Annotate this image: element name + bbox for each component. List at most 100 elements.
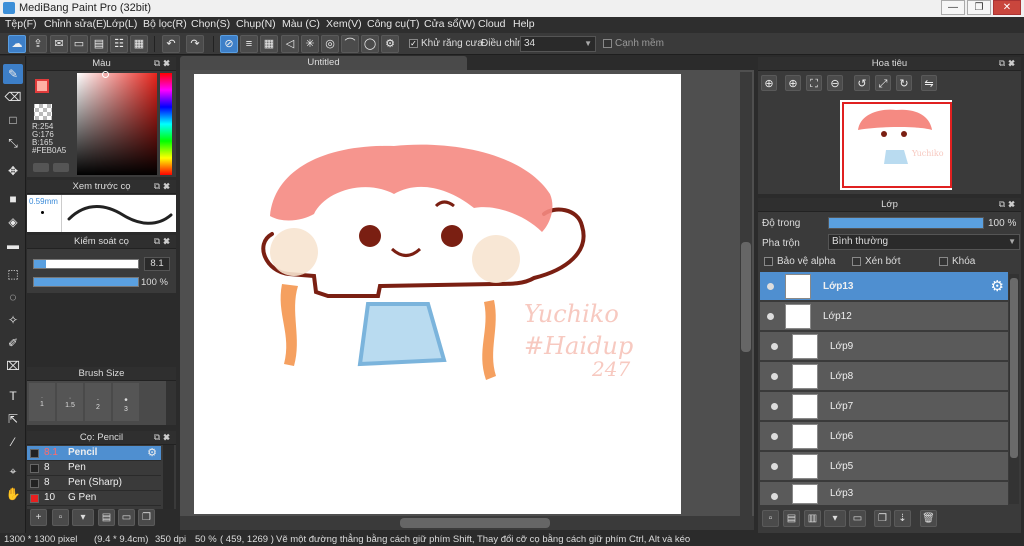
snap-settings-icon[interactable]: ⚙ <box>381 35 399 53</box>
protect-alpha-checkbox[interactable] <box>764 257 773 266</box>
gear-icon[interactable]: ⚙ <box>991 277 1004 295</box>
grid-icon[interactable]: ▦ <box>130 35 148 53</box>
eye-icon[interactable] <box>771 493 778 500</box>
drawing-canvas[interactable]: Yuchiko #Haidup 247 <box>194 74 681 514</box>
layer-row-3[interactable]: Lớp3 <box>760 482 1008 506</box>
cloud-icon[interactable]: ☁ <box>8 35 26 53</box>
new-layer-icon[interactable]: ▫ <box>762 510 779 527</box>
brush-item-pen-sharp[interactable]: 8 Pen (Sharp) <box>27 476 161 491</box>
brush-menu-icon[interactable]: ▾ <box>72 509 94 526</box>
layer-row-13[interactable]: Lớp13 ⚙ <box>760 272 1008 301</box>
layer-scroll-thumb[interactable] <box>1010 278 1018 458</box>
folder-icon[interactable]: ▭ <box>849 510 866 527</box>
brush-size-value[interactable]: 8.1 <box>144 257 170 271</box>
zoom-out-icon[interactable]: ⊖ <box>827 75 843 91</box>
layer-opacity-slider[interactable] <box>828 217 984 229</box>
clipping-checkbox[interactable] <box>852 257 861 266</box>
fill-shape-icon[interactable]: ■ <box>3 189 23 209</box>
canvas-vertical-scrollbar[interactable] <box>740 72 752 516</box>
list-icon[interactable]: ☷ <box>110 35 128 53</box>
restore-button[interactable]: ❐ <box>967 0 991 15</box>
eye-icon[interactable] <box>771 433 778 440</box>
no-snap-icon[interactable]: ⊘ <box>220 35 238 53</box>
flip-icon[interactable]: ⇋ <box>921 75 937 91</box>
add-palette-button[interactable] <box>33 163 49 172</box>
fullscreen-icon[interactable]: ⤢ <box>875 75 891 91</box>
layer-row-12[interactable]: Lớp12 <box>760 302 1008 331</box>
new-8bit-layer-icon[interactable]: ▥ <box>804 510 821 527</box>
frame-icon[interactable]: ▭ <box>70 35 88 53</box>
saturation-value-picker[interactable] <box>77 73 157 175</box>
adjust-select[interactable]: 34 ▼ <box>520 36 596 52</box>
select-eraser-icon[interactable]: ⌧ <box>3 356 23 376</box>
brush-list-scrollbar[interactable] <box>163 445 174 509</box>
panel-controls-icon[interactable]: ⧉✖ <box>154 57 173 70</box>
folder-icon[interactable]: ▭ <box>118 509 135 526</box>
panel-controls-icon[interactable]: ⧉✖ <box>154 180 173 193</box>
eye-icon[interactable] <box>771 403 778 410</box>
panel-controls-icon[interactable]: ⧉✖ <box>999 198 1018 211</box>
menu-help[interactable]: Help <box>513 18 535 30</box>
eye-icon[interactable] <box>767 283 774 290</box>
layer-row-7[interactable]: Lớp7 <box>760 392 1008 421</box>
redo-icon[interactable]: ↷ <box>186 35 204 53</box>
eye-icon[interactable] <box>771 463 778 470</box>
menu-cloud[interactable]: Cloud <box>478 18 505 30</box>
curve-snap-icon[interactable]: ⌒ <box>341 35 359 53</box>
brush-opacity-slider[interactable] <box>33 277 139 287</box>
vertical-scroll-thumb[interactable] <box>741 242 751 352</box>
hue-slider[interactable] <box>160 73 172 175</box>
new-brush-icon[interactable]: ▫ <box>52 509 69 526</box>
blend-mode-select[interactable]: Bình thường ▼ <box>828 234 1020 250</box>
close-button[interactable]: ✕ <box>993 0 1021 15</box>
size-preset-1[interactable]: · 1 <box>29 383 55 421</box>
gradient-tool-icon[interactable]: ▬ <box>3 235 23 255</box>
zoom-in-icon[interactable]: ⊕ <box>761 75 777 91</box>
text-tool-icon[interactable]: T <box>3 386 23 406</box>
brush-tool-icon[interactable]: ✎ <box>3 64 23 84</box>
menu-view[interactable]: Xem(V) <box>326 18 362 30</box>
duplicate-icon[interactable]: ❐ <box>138 509 155 526</box>
panel-controls-icon[interactable]: ⧉✖ <box>154 431 173 444</box>
brush-item-g-pen[interactable]: 10 G Pen <box>27 491 161 506</box>
circle-snap-icon[interactable]: ◎ <box>321 35 339 53</box>
palette-options-button[interactable] <box>53 163 69 172</box>
eye-icon[interactable] <box>771 373 778 380</box>
panel-controls-icon[interactable]: ⧉✖ <box>999 57 1018 70</box>
page-icon[interactable]: ▤ <box>90 35 108 53</box>
layer-list-scrollbar[interactable] <box>1009 274 1019 504</box>
undo-icon[interactable]: ↶ <box>162 35 180 53</box>
add-brush-icon[interactable]: + <box>30 509 47 526</box>
tab-untitled[interactable]: Untitled <box>180 56 467 70</box>
operation-tool-icon[interactable]: ⇱ <box>3 409 23 429</box>
ellipse-snap-icon[interactable]: ◯ <box>361 35 379 53</box>
brush-size-scrollbar[interactable] <box>166 381 176 425</box>
eyedropper-icon[interactable]: ⌖ <box>3 461 23 481</box>
select-rect-icon[interactable]: ⬚ <box>3 264 23 284</box>
minimize-button[interactable]: — <box>941 0 965 15</box>
transparent-swatch[interactable] <box>34 104 52 120</box>
layer-row-6[interactable]: Lớp6 <box>760 422 1008 451</box>
rotate-right-icon[interactable]: ↻ <box>896 75 912 91</box>
perspective-snap-icon[interactable]: ◁ <box>281 35 299 53</box>
lock-checkbox[interactable] <box>939 257 948 266</box>
layer-row-5[interactable]: Lớp5 <box>760 452 1008 481</box>
divide-tool-icon[interactable]: ⁄ <box>3 432 23 452</box>
layer-row-9[interactable]: Lớp9 <box>760 332 1008 361</box>
duplicate-layer-icon[interactable]: ❐ <box>874 510 891 527</box>
eraser-tool-icon[interactable]: ⌫ <box>3 87 23 107</box>
canvas-horizontal-scrollbar[interactable] <box>180 516 754 530</box>
menu-select[interactable]: Chọn(S) <box>191 18 230 30</box>
rectangle-tool-icon[interactable]: □ <box>3 110 23 130</box>
select-pen-icon[interactable]: ✐ <box>3 333 23 353</box>
eye-icon[interactable] <box>771 343 778 350</box>
menu-file[interactable]: Tệp(F) <box>5 18 37 30</box>
bucket-tool-icon[interactable]: ◈ <box>3 212 23 232</box>
eye-icon[interactable] <box>767 313 774 320</box>
panel-controls-icon[interactable]: ⧉✖ <box>154 235 173 248</box>
copy-brush-icon[interactable]: ▤ <box>98 509 115 526</box>
magic-wand-icon[interactable]: ✧ <box>3 310 23 330</box>
lasso-icon[interactable]: ◌ <box>3 287 23 307</box>
antialias-checkbox[interactable]: ✓ <box>409 39 418 48</box>
soft-edge-checkbox[interactable] <box>603 39 612 48</box>
